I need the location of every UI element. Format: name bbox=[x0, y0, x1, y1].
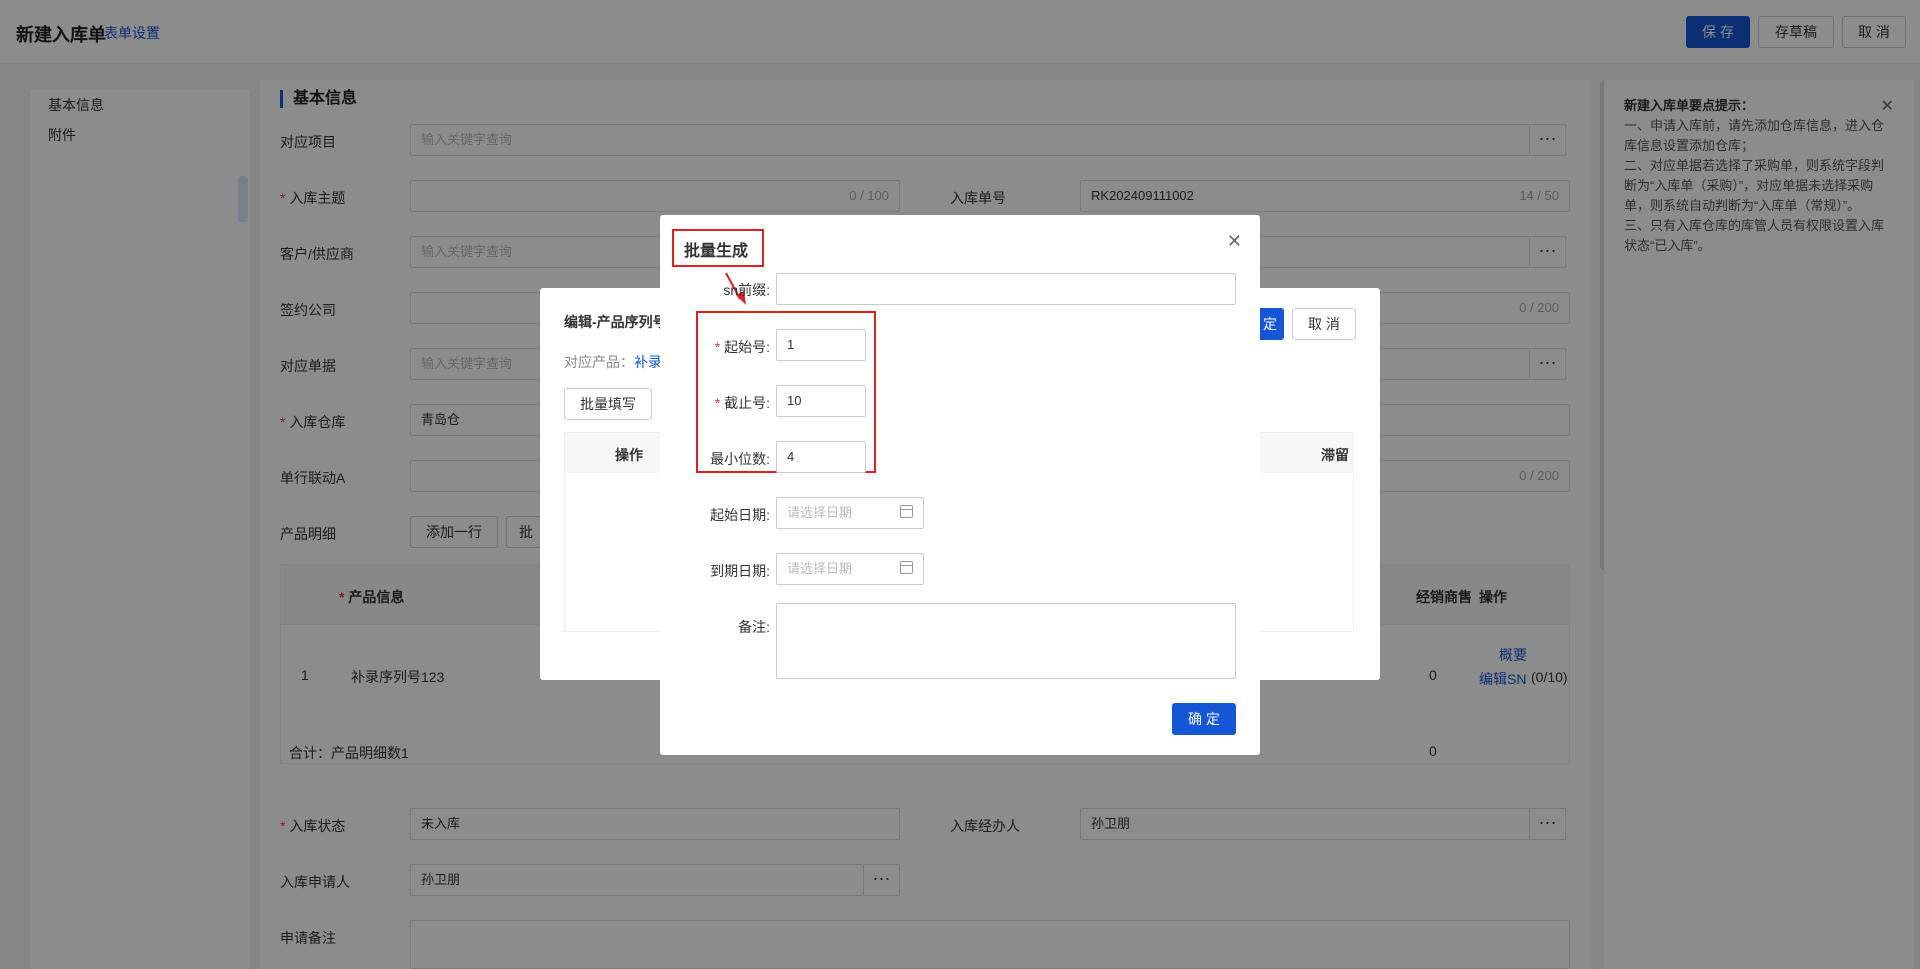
end-date-label: 到期日期: bbox=[710, 563, 770, 579]
remark-label: 备注: bbox=[738, 619, 770, 635]
start-number-label: 起始号: bbox=[660, 337, 770, 357]
end-date-placeholder: 请选择日期 bbox=[787, 561, 853, 576]
start-number-input[interactable]: 1 bbox=[776, 329, 866, 361]
end-date-input[interactable]: 请选择日期 bbox=[776, 553, 924, 585]
sn-cancel-button[interactable]: 取 消 bbox=[1292, 308, 1356, 340]
sn-confirm-button[interactable]: 定 bbox=[1256, 308, 1284, 340]
sn-product-value: 补录 bbox=[634, 354, 662, 370]
end-number-input[interactable]: 10 bbox=[776, 385, 866, 417]
min-digits-input[interactable]: 4 bbox=[776, 441, 866, 473]
batch-fill-button[interactable]: 批量填写 bbox=[564, 388, 652, 420]
confirm-button[interactable]: 确 定 bbox=[1172, 703, 1236, 735]
start-date-label: 起始日期: bbox=[710, 507, 770, 523]
calendar-icon bbox=[900, 505, 913, 518]
sn-dialog-title: 编辑-产品序列号 bbox=[564, 314, 667, 330]
sn-col-stagnant: 滞留 bbox=[1321, 447, 1349, 463]
highlight-box-title bbox=[672, 229, 764, 267]
calendar-icon bbox=[900, 561, 913, 574]
sn-product-label: 对应产品： bbox=[564, 354, 634, 370]
close-icon[interactable]: ✕ bbox=[1227, 231, 1242, 252]
sn-col-action: 操作 bbox=[615, 447, 643, 463]
sn-prefix-input[interactable] bbox=[776, 273, 1236, 305]
batch-generate-dialog: 批量生成 ✕ sn前缀: 起始号: 1 截止号: 10 最小位数: 4 起始日期… bbox=[660, 215, 1260, 755]
remark-textarea[interactable] bbox=[776, 603, 1236, 679]
sn-prefix-label: sn前缀: bbox=[723, 282, 770, 298]
start-date-placeholder: 请选择日期 bbox=[787, 505, 853, 520]
end-number-label: 截止号: bbox=[660, 393, 770, 413]
min-digits-label: 最小位数: bbox=[710, 451, 770, 467]
start-date-input[interactable]: 请选择日期 bbox=[776, 497, 924, 529]
